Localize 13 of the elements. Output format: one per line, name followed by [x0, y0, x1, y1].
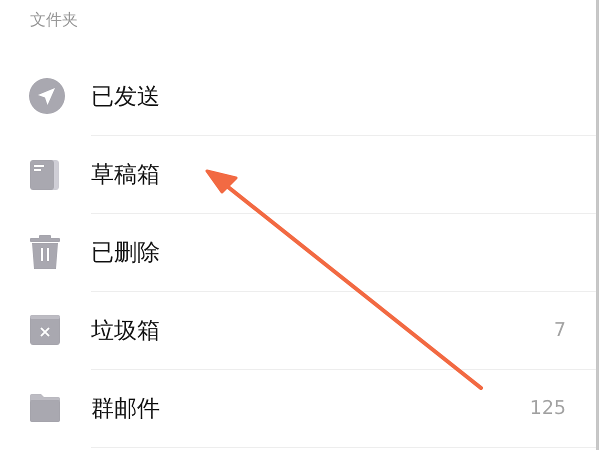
folder-label[interactable]: 已删除 [91, 236, 566, 268]
folder-label[interactable]: 已发送 [91, 80, 566, 112]
send-icon [29, 78, 65, 114]
folder-label[interactable]: 垃圾箱 [91, 314, 554, 346]
document-icon [29, 158, 61, 190]
folder-label[interactable]: 群邮件 [91, 392, 530, 424]
box-x-icon [29, 314, 61, 346]
unread-count: 7 [554, 319, 566, 341]
unread-count: 125 [530, 397, 566, 419]
trash-icon [29, 234, 61, 270]
folder-label[interactable]: 草稿箱 [91, 158, 566, 190]
folder-icon [29, 393, 61, 423]
section-title: 文件夹 [30, 10, 78, 31]
